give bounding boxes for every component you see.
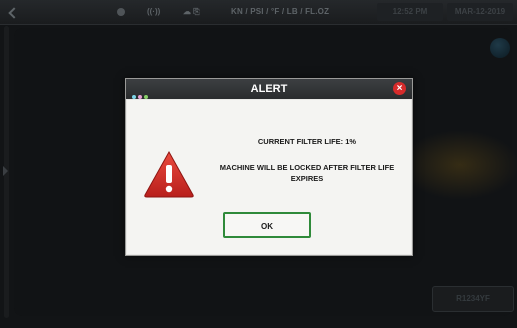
lock-warning-message: MACHINE WILL BE LOCKED AFTER FILTER LIFE…	[219, 163, 395, 183]
date-display: MAR-12-2019	[447, 3, 513, 21]
dialog-header: ALERT ×	[126, 79, 412, 99]
dialog-title: ALERT	[250, 83, 288, 95]
time-display: 12:52 PM	[377, 3, 443, 21]
warning-icon	[144, 150, 194, 198]
machine-screen: ((·)) ☁ ⎘ KN / PSI / °F / LB / FL.OZ 12:…	[0, 0, 517, 328]
ok-button[interactable]: OK	[223, 212, 311, 238]
cloud-icon: ☁ ⎘	[183, 7, 200, 16]
back-icon[interactable]	[8, 4, 18, 20]
background-glow	[400, 130, 517, 200]
refrigerant-button[interactable]: R1234YF	[432, 286, 514, 312]
left-arrow-icon[interactable]	[3, 166, 8, 176]
wifi-icon: ((·))	[147, 7, 161, 16]
filter-life-message: CURRENT FILTER LIFE: 1%	[257, 137, 357, 146]
units-label: KN / PSI / °F / LB / FL.OZ	[231, 7, 330, 16]
dialog-body: CURRENT FILTER LIFE: 1% MACHINE WILL BE …	[127, 100, 411, 254]
settings-icon[interactable]	[117, 8, 125, 16]
alert-dialog: ALERT × CURRENT FILTER LIFE: 1% MACHINE …	[125, 78, 413, 256]
close-button[interactable]: ×	[393, 82, 406, 95]
status-bar: ((·)) ☁ ⎘ KN / PSI / °F / LB / FL.OZ 12:…	[0, 0, 517, 25]
round-action-button[interactable]	[490, 38, 510, 58]
